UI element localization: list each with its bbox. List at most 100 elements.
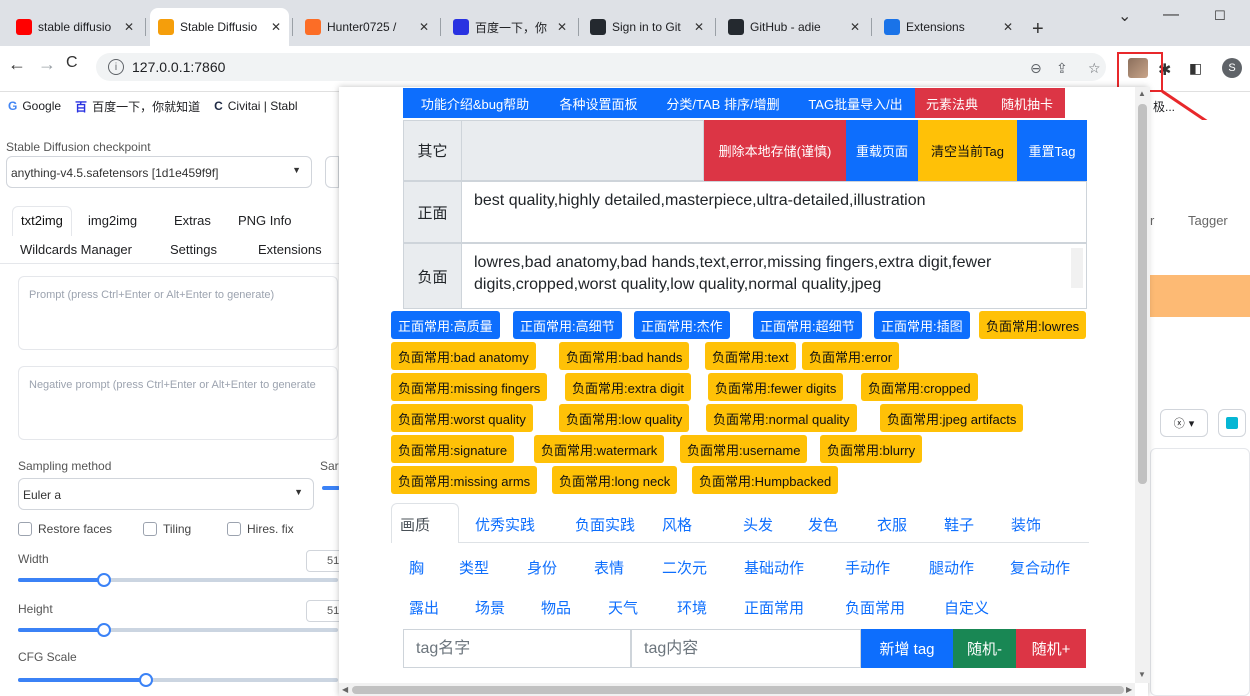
category-tab[interactable]: 正面常用	[744, 597, 804, 618]
width-slider[interactable]	[18, 578, 104, 582]
browser-tab[interactable]: 百度一下，你 ✕	[445, 8, 575, 46]
panel-action-button[interactable]: 重载页面	[846, 120, 918, 181]
share-icon[interactable]: ⇪	[1056, 60, 1068, 77]
tag-chip[interactable]: 负面常用:extra digit	[565, 373, 691, 401]
browser-tab[interactable]: Hunter0725 / ✕	[297, 8, 437, 46]
category-tab[interactable]: 表情	[594, 557, 624, 578]
new-tab-button[interactable]: +	[1032, 18, 1044, 41]
category-tab[interactable]: 二次元	[662, 557, 707, 578]
tag-chip[interactable]: 负面常用:username	[680, 435, 808, 463]
category-tab[interactable]: 基础动作	[744, 557, 804, 578]
cfg-slider[interactable]	[18, 678, 146, 682]
panel-top-button[interactable]: 随机抽卡	[989, 88, 1065, 118]
tag-chip[interactable]: 负面常用:normal quality	[706, 404, 857, 432]
close-tab-icon[interactable]: ✕	[271, 20, 281, 34]
tag-chip[interactable]: 正面常用:超细节	[753, 311, 862, 339]
restore-faces-checkbox[interactable]: Restore faces	[18, 522, 112, 536]
positive-prompt-input[interactable]: best quality,highly detailed,masterpiece…	[461, 181, 1087, 243]
sd-tab[interactable]: Wildcards Manager	[20, 242, 132, 257]
tag-chip[interactable]: 负面常用:signature	[391, 435, 515, 463]
category-tab[interactable]: 自定义	[944, 597, 989, 618]
tag-name-input[interactable]: tag名字	[403, 629, 631, 668]
tag-chip[interactable]: 负面常用:missing fingers	[391, 373, 548, 401]
sd-tab[interactable]: txt2img	[12, 206, 72, 236]
category-tab[interactable]: 类型	[459, 557, 489, 578]
tag-chip[interactable]: 负面常用:Humpbacked	[692, 466, 839, 494]
browser-tab[interactable]: Stable Diffusio ✕	[150, 8, 289, 46]
sd-tab[interactable]: Extensions	[258, 242, 322, 257]
tab-tagger[interactable]: Tagger	[1188, 213, 1228, 228]
panel-top-button[interactable]: 各种设置面板	[547, 88, 650, 118]
maximize-button[interactable]: ☐	[1214, 8, 1226, 24]
panel-top-button[interactable]: 功能介绍&bug帮助	[403, 88, 547, 118]
category-tab[interactable]: 身份	[527, 557, 557, 578]
panel-action-button[interactable]: 删除本地存储(谨慎)	[704, 120, 846, 181]
category-tab[interactable]: 天气	[608, 597, 638, 618]
tag-chip[interactable]: 负面常用:watermark	[534, 435, 665, 463]
panel-top-button[interactable]: 分类/TAB 排序/增删	[650, 88, 796, 118]
browser-tab[interactable]: stable diffusio ✕	[8, 8, 142, 46]
browser-tab[interactable]: Extensions ✕	[876, 8, 1021, 46]
category-tab[interactable]: 鞋子	[944, 514, 974, 535]
clear-icon[interactable]: ⓧ	[1174, 415, 1185, 431]
close-tab-icon[interactable]: ✕	[694, 20, 704, 34]
tag-chip[interactable]: 负面常用:bad anatomy	[391, 342, 536, 370]
category-tab[interactable]: 负面实践	[575, 514, 635, 535]
horizontal-scrollbar-thumb[interactable]	[352, 686, 1124, 694]
side-panel-icon[interactable]: ◧	[1189, 60, 1209, 80]
width-slider-handle[interactable]	[97, 573, 111, 587]
category-tab[interactable]: 画质	[400, 514, 430, 535]
tag-chip[interactable]: 负面常用:jpeg artifacts	[880, 404, 1024, 432]
vertical-scrollbar-thumb[interactable]	[1138, 104, 1147, 484]
tag-chip[interactable]: 负面常用:missing arms	[391, 466, 538, 494]
panel-top-button[interactable]: 元素法典	[915, 88, 989, 118]
hires-fix-checkbox[interactable]: Hires. fix	[227, 522, 294, 536]
sd-tab[interactable]: img2img	[88, 213, 137, 228]
negative-input-scrollbar[interactable]	[1071, 248, 1083, 288]
scroll-down-icon[interactable]: ▼	[1138, 670, 1146, 679]
tag-chip[interactable]: 正面常用:高质量	[391, 311, 500, 339]
tag-chip[interactable]: 负面常用:blurry	[820, 435, 923, 463]
close-tab-icon[interactable]: ✕	[124, 20, 134, 34]
negative-prompt-input[interactable]: lowres,bad anatomy,bad hands,text,error,…	[461, 243, 1087, 309]
prompt-textarea[interactable]: Prompt (press Ctrl+Enter or Alt+Enter to…	[18, 276, 338, 350]
site-info-icon[interactable]: i	[108, 59, 124, 75]
bookmark-item[interactable]: G Google	[8, 99, 61, 113]
category-tab[interactable]: 优秀实践	[475, 514, 535, 535]
sampling-steps-slider[interactable]	[322, 486, 340, 490]
category-tab[interactable]: 衣服	[877, 514, 907, 535]
tag-chip[interactable]: 负面常用:fewer digits	[708, 373, 844, 401]
category-tab[interactable]: 场景	[475, 597, 505, 618]
tag-chip[interactable]: 负面常用:long neck	[552, 466, 678, 494]
panel-action-button[interactable]: 清空当前Tag	[918, 120, 1017, 181]
close-tab-icon[interactable]: ✕	[850, 20, 860, 34]
category-tab[interactable]: 发色	[808, 514, 838, 535]
category-tab[interactable]: 装饰	[1011, 514, 1041, 535]
address-bar[interactable]: i 127.0.0.1:7860	[96, 53, 1106, 81]
refresh-styles-button[interactable]	[1218, 409, 1246, 437]
tab-partial[interactable]: r	[1150, 213, 1154, 228]
sd-tab[interactable]: PNG Info	[238, 213, 291, 228]
scroll-right-icon[interactable]: ▶	[1126, 685, 1132, 694]
profile-avatar[interactable]: S	[1222, 58, 1242, 78]
close-tab-icon[interactable]: ✕	[557, 20, 567, 34]
category-tab[interactable]: 环境	[677, 597, 707, 618]
tag-chip[interactable]: 负面常用:bad hands	[559, 342, 690, 370]
bookmark-item[interactable]: 百百度一下，你就知道	[75, 98, 200, 115]
tag-chip[interactable]: 负面常用:cropped	[861, 373, 978, 401]
browser-tab[interactable]: Sign in to Git ✕	[582, 8, 712, 46]
height-slider[interactable]	[18, 628, 104, 632]
tiling-checkbox[interactable]: Tiling	[143, 522, 191, 536]
checkpoint-select[interactable]: anything-v4.5.safetensors [1d1e459f9f] ▼	[6, 156, 312, 188]
height-slider-handle[interactable]	[97, 623, 111, 637]
panel-action-button[interactable]: 重置Tag	[1017, 120, 1087, 181]
sampling-method-select[interactable]: Euler a ▼	[18, 478, 314, 510]
tag-chip[interactable]: 负面常用:error	[802, 342, 900, 370]
forward-icon[interactable]: →	[38, 54, 56, 75]
reload-icon[interactable]: C	[66, 54, 78, 72]
category-tab[interactable]: 复合动作	[1010, 557, 1070, 578]
tag-chip[interactable]: 正面常用:杰作	[634, 311, 730, 339]
style-select[interactable]: ⓧ ▾	[1160, 409, 1208, 437]
category-tab[interactable]: 腿动作	[929, 557, 974, 578]
minimize-button[interactable]: —	[1163, 6, 1179, 24]
